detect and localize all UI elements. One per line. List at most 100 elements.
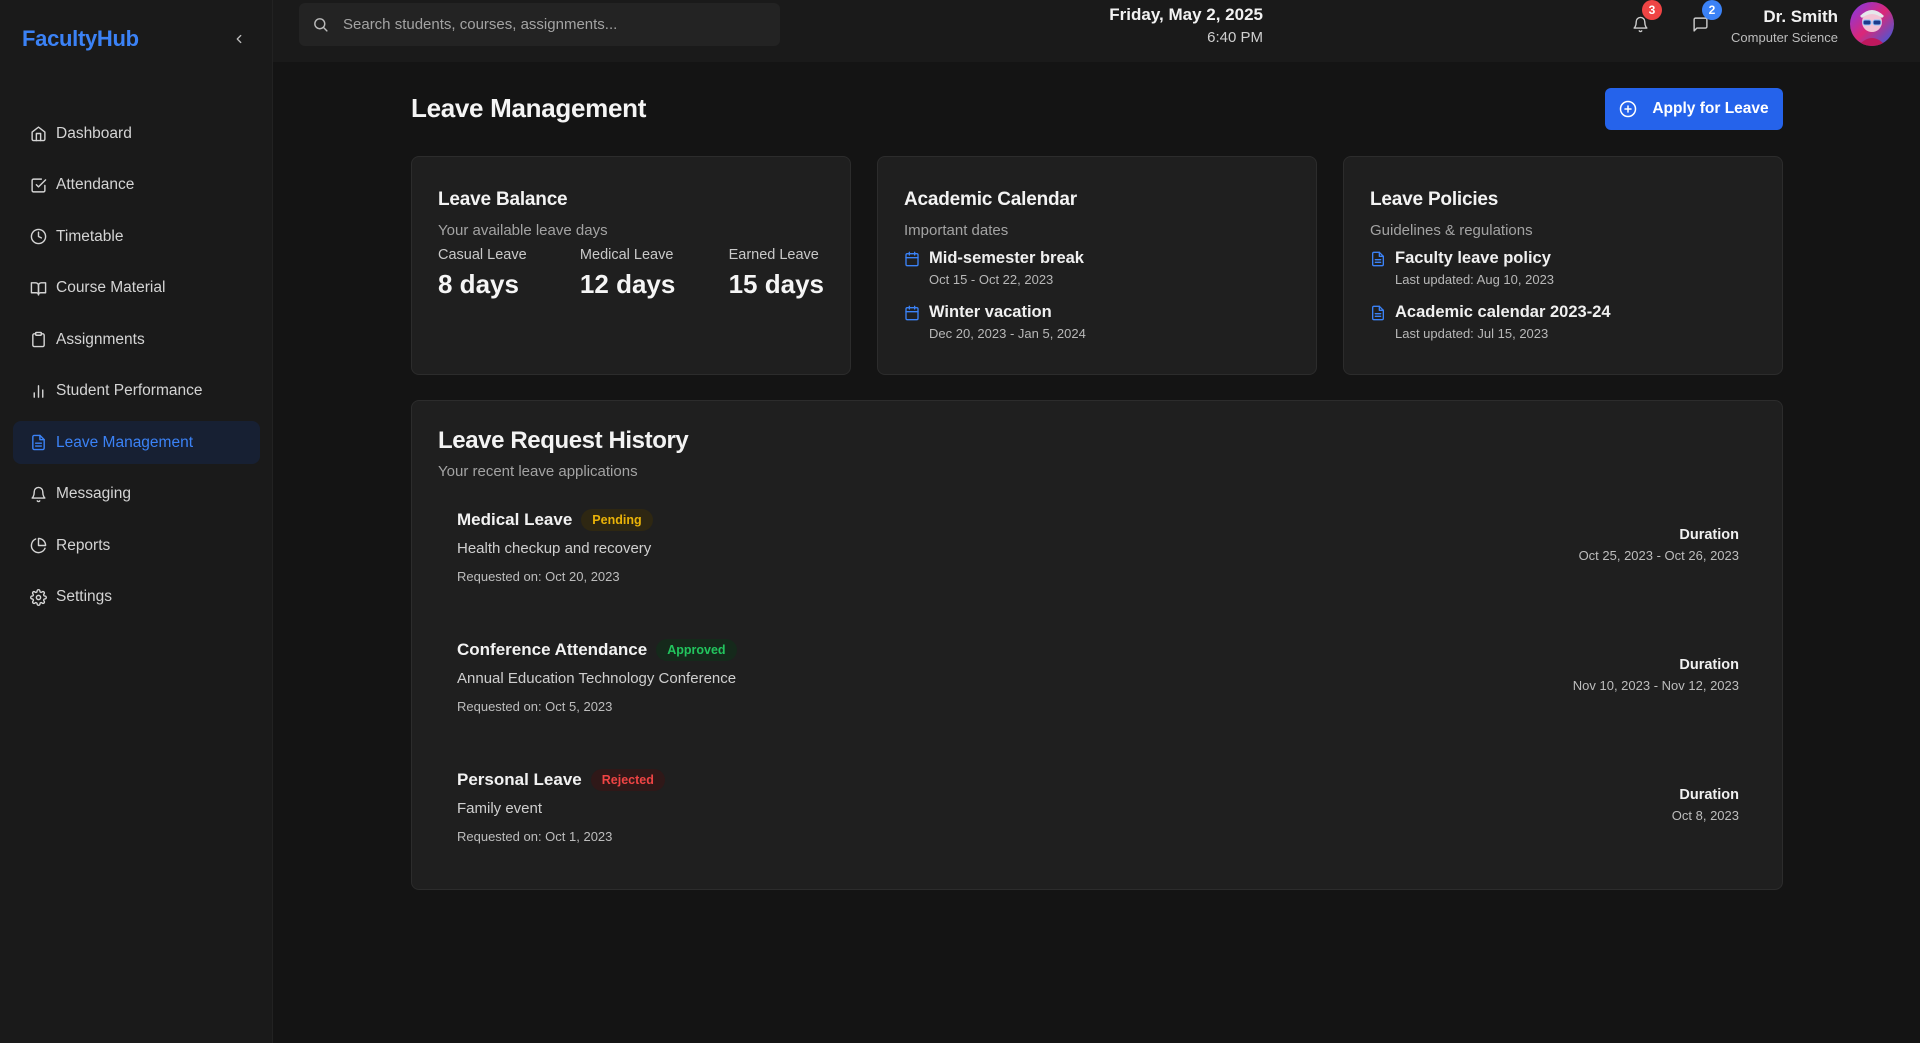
check-square-icon [31,177,47,193]
request-type: Conference Attendance [457,640,648,659]
duration-value: Nov 10, 2023 - Nov 12, 2023 [1572,678,1739,693]
card-title: Leave Policies [1370,189,1499,210]
balance-earned: Earned Leave 15 days [729,247,824,300]
sidebar-item-timetable[interactable]: Timetable [13,215,260,258]
academic-calendar-card: Academic Calendar Important dates Mid-se… [877,156,1317,375]
leave-request-item[interactable]: Conference Attendance Approved Annual Ed… [457,639,1739,739]
gear-icon [30,588,47,606]
sidebar-item-leave-management[interactable]: Leave Management [13,421,260,464]
apply-for-leave-button[interactable]: Apply for Leave [1605,88,1783,130]
search-box[interactable] [299,3,780,46]
home-icon [31,126,46,142]
app-root: FacultyHub Dashboard Attendance Timetabl… [0,0,1920,1043]
calendar-event: Winter vacation Dec 20, 2023 - Jan 5, 20… [904,303,1290,341]
request-duration: Duration Oct 25, 2023 - Oct 26, 2023 [1579,527,1739,563]
balance-value: 12 days [579,269,676,299]
duration-value: Oct 8, 2023 [1671,808,1739,823]
card-subtitle: Guidelines & regulations [1370,222,1533,239]
current-date: Friday, May 2, 2025 [1109,5,1263,24]
sidebar-item-label: Course Material [56,279,166,296]
leave-balance-card: Leave Balance Your available leave days … [411,156,851,375]
duration-label: Duration [1679,787,1739,803]
sidebar-item-messaging[interactable]: Messaging [13,473,260,516]
event-dates: Dec 20, 2023 - Jan 5, 2024 [929,326,1086,341]
top-bar: Friday, May 2, 2025 6:40 PM 3 2 Dr. Smit… [273,0,1920,62]
policy-updated: Last updated: Jul 15, 2023 [1395,326,1549,341]
chevron-left-icon [236,34,242,44]
policy-document[interactable]: Academic calendar 2023-24 Last updated: … [1370,303,1756,341]
balance-label: Medical Leave [579,247,674,263]
status-badge: Rejected [590,769,665,791]
status-badge: Pending [581,509,653,531]
sidebar-item-settings[interactable]: Settings [13,576,260,619]
policy-document[interactable]: Faculty leave policy Last updated: Aug 1… [1370,249,1756,287]
plus-circle-icon [1620,100,1637,118]
book-open-icon [30,281,47,296]
apply-for-leave-label: Apply for Leave [1652,100,1769,117]
card-title: Leave Balance [438,189,568,210]
leave-request-item[interactable]: Personal Leave Rejected Family event Req… [457,769,1739,869]
pie-chart-icon [30,537,47,554]
request-date: Requested on: Oct 5, 2023 [457,699,613,714]
request-type: Medical Leave [457,510,573,529]
notification-count-badge: 3 [1642,0,1662,20]
user-name: Dr. Smith [1763,7,1838,26]
request-date: Requested on: Oct 20, 2023 [457,569,620,584]
balance-label: Casual Leave [438,247,527,263]
event-title: Winter vacation [929,303,1052,321]
policy-title: Academic calendar 2023-24 [1395,303,1611,321]
balance-medical: Medical Leave 12 days [580,247,675,300]
policy-title: Faculty leave policy [1395,249,1551,267]
card-title: Leave Request History [438,427,689,454]
sidebar-item-label: Leave Management [56,433,194,451]
duration-label: Duration [1679,657,1739,673]
calendar-event: Mid-semester break Oct 15 - Oct 22, 2023 [904,249,1290,287]
sidebar-nav: Dashboard Attendance Timetable Course Ma… [13,112,260,627]
notifications-button[interactable]: 3 [1628,0,1662,36]
message-count-badge: 2 [1702,0,1722,20]
sidebar-item-label: Attendance [56,176,135,193]
request-date: Requested on: Oct 1, 2023 [457,829,613,844]
sidebar-item-assignments[interactable]: Assignments [13,318,260,361]
balance-value: 15 days [728,269,824,299]
file-text-icon [1372,305,1384,321]
sidebar-item-student-performance[interactable]: Student Performance [13,370,260,413]
event-title: Mid-semester break [929,249,1084,267]
sidebar-item-course-material[interactable]: Course Material [13,267,260,310]
request-reason: Health checkup and recovery [457,540,652,557]
clock-icon [30,228,47,245]
sidebar-item-dashboard[interactable]: Dashboard [13,112,260,155]
sidebar-item-label: Reports [56,536,111,554]
calendar-icon [905,251,919,267]
balance-value: 8 days [438,269,519,299]
card-subtitle: Important dates [904,222,1009,239]
brand-logo[interactable]: FacultyHub [22,26,139,52]
card-subtitle: Your recent leave applications [438,463,638,480]
current-time: 6:40 PM [1207,29,1263,46]
user-department: Computer Science [1731,30,1838,45]
calendar-icon [905,305,919,321]
user-info[interactable]: Dr. Smith Computer Science [1731,7,1838,45]
leave-history-card: Leave Request History Your recent leave … [411,400,1783,890]
duration-label: Duration [1679,527,1739,543]
search-icon [314,18,328,32]
collapse-sidebar-button[interactable] [228,28,250,50]
avatar[interactable] [1850,2,1894,46]
messages-button[interactable]: 2 [1688,0,1722,36]
sidebar-item-label: Student Performance [56,382,203,399]
request-reason: Family event [457,800,543,817]
sidebar-item-label: Dashboard [56,124,132,142]
sidebar-item-reports[interactable]: Reports [13,524,260,567]
search-input[interactable] [343,16,763,33]
event-dates: Oct 15 - Oct 22, 2023 [929,272,1054,287]
sidebar-item-attendance[interactable]: Attendance [13,164,260,207]
card-subtitle: Your available leave days [438,222,608,239]
sidebar-item-label: Timetable [56,227,124,245]
request-reason: Annual Education Technology Conference [457,670,737,687]
page-title: Leave Management [411,93,647,123]
file-text-icon [32,434,45,451]
balance-label: Earned Leave [728,247,819,263]
leave-request-item[interactable]: Medical Leave Pending Health checkup and… [457,509,1739,609]
sidebar-item-label: Assignments [56,330,145,348]
request-duration: Duration Oct 8, 2023 [1672,787,1739,823]
